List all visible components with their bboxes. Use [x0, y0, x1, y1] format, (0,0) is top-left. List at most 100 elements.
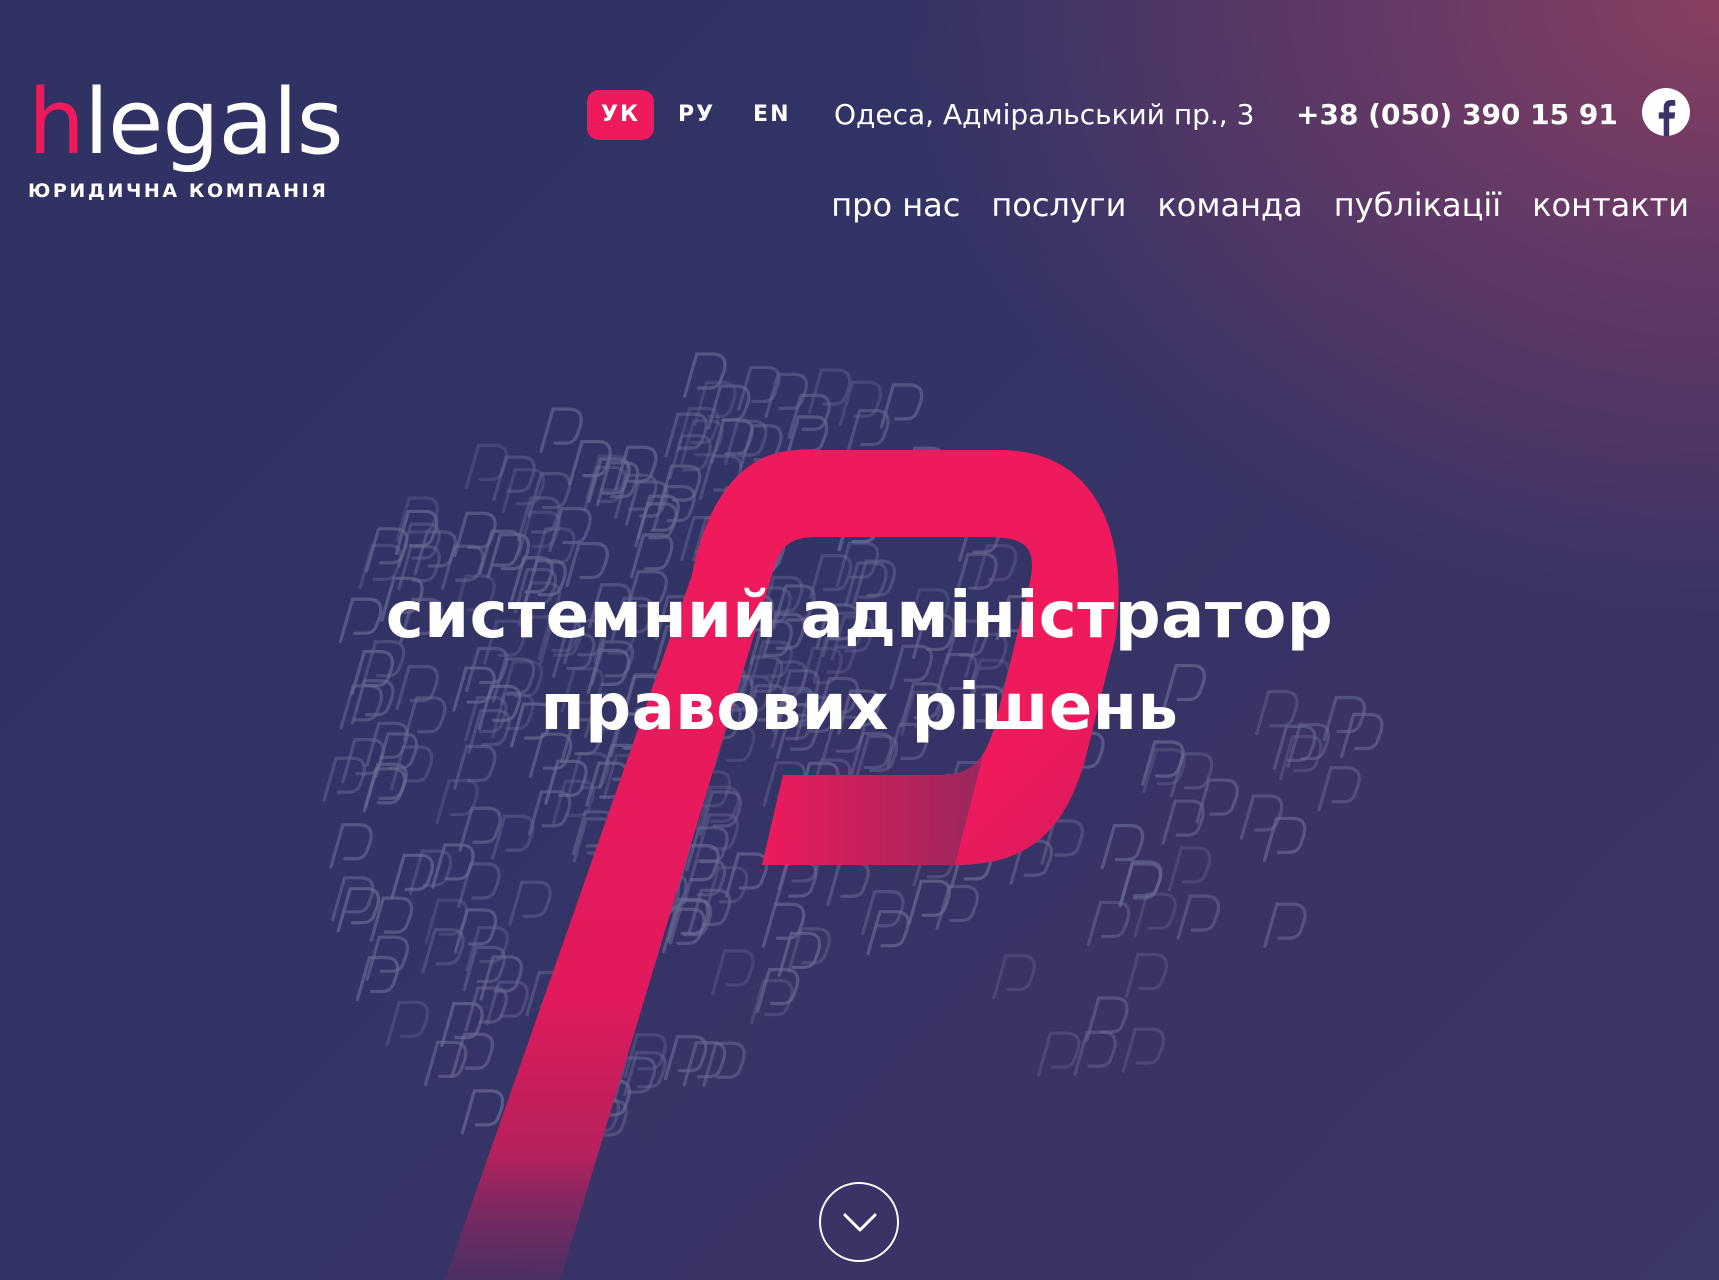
pattern-mark [866, 910, 910, 956]
pattern-mark [465, 926, 509, 972]
pattern-mark [680, 516, 724, 562]
main-nav: про нас послуги команда публікації конта… [800, 186, 1689, 224]
pattern-mark [866, 485, 910, 531]
nav-item-services[interactable]: послуги [991, 186, 1126, 224]
pattern-mark [944, 760, 989, 807]
pattern-mark [704, 866, 749, 912]
pattern-mark [712, 520, 757, 566]
pattern-mark [435, 778, 479, 825]
pattern-mark [624, 480, 669, 526]
pattern-mark [698, 790, 743, 836]
pattern-mark [636, 494, 680, 540]
address-text: Одеса, Адміральський пр., 3 [834, 98, 1255, 131]
pattern-mark [577, 1049, 621, 1095]
pattern-mark [913, 454, 958, 500]
pattern-mark [559, 1091, 604, 1137]
nav-item-contacts[interactable]: контакти [1532, 186, 1689, 224]
pattern-mark [912, 841, 957, 887]
pattern-mark [696, 785, 740, 831]
pattern-mark [685, 826, 729, 872]
pattern-mark [423, 1040, 468, 1086]
pattern-mark [723, 419, 768, 465]
pattern-mark [777, 845, 821, 891]
pattern-mark [710, 418, 754, 464]
pattern-mark [682, 859, 727, 905]
pattern-mark [421, 928, 465, 974]
pattern-mark [605, 828, 649, 874]
pattern-mark [750, 978, 794, 1025]
pattern-mark [949, 843, 994, 889]
pattern-mark [572, 817, 617, 863]
logo-subtitle: ЮРИДИЧНА КОМПАНІЯ [28, 180, 329, 202]
pattern-mark [413, 530, 458, 576]
pattern-mark [837, 505, 881, 552]
pattern-mark [336, 887, 381, 933]
pattern-mark [683, 352, 727, 398]
pattern-mark [617, 824, 661, 870]
pattern-mark [656, 793, 701, 839]
pattern-mark [762, 761, 807, 807]
scroll-down-button[interactable] [819, 1182, 899, 1262]
facebook-icon[interactable] [1642, 88, 1690, 136]
pattern-mark [397, 522, 441, 568]
pattern-mark [539, 407, 583, 453]
pattern-mark [676, 406, 720, 453]
chevron-down-icon [843, 1213, 877, 1232]
pattern-mark [651, 788, 696, 835]
pattern-mark [644, 872, 688, 919]
pattern-mark [585, 454, 630, 500]
pattern-mark [390, 853, 434, 899]
pattern-mark [556, 1034, 601, 1080]
lang-uk-button[interactable]: УК [587, 90, 654, 140]
pattern-mark [571, 810, 616, 856]
pattern-mark [566, 752, 611, 798]
hero-headline: системний адміністратор правових рішень [0, 570, 1719, 754]
logo[interactable]: hlegals ЮРИДИЧНА КОМПАНІЯ [28, 78, 368, 203]
pattern-mark [362, 767, 407, 813]
pattern-mark [544, 759, 588, 805]
pattern-mark [1100, 823, 1145, 870]
pattern-mark [787, 927, 831, 973]
pattern-mark [663, 1035, 708, 1081]
pattern-mark [364, 762, 408, 808]
pattern-mark [1118, 862, 1163, 908]
pattern-mark [992, 954, 1036, 1000]
pattern-mark [634, 788, 679, 834]
pattern-mark [682, 1041, 727, 1087]
lang-ru-button[interactable]: РУ [664, 90, 729, 140]
pattern-mark [916, 467, 961, 513]
pattern-mark [552, 1040, 596, 1086]
language-switcher: УК РУ EN [587, 90, 815, 140]
pattern-mark [739, 424, 783, 470]
hero-headline-line-1: системний адміністратор [385, 579, 1334, 653]
pattern-mark [355, 955, 400, 1002]
pattern-mark [369, 896, 414, 942]
lang-en-button[interactable]: EN [739, 90, 804, 140]
pattern-mark [657, 464, 702, 510]
pattern-mark [464, 443, 509, 490]
pattern-mark [617, 770, 662, 816]
pattern-mark [695, 813, 739, 859]
pattern-mark [587, 457, 631, 503]
pattern-mark [578, 920, 623, 966]
pattern-mark [565, 1001, 610, 1047]
pattern-mark [394, 509, 439, 556]
logo-word-rest: legals [84, 70, 344, 175]
pattern-mark [680, 419, 724, 465]
logo-wordmark: hlegals [28, 78, 368, 168]
pattern-mark [551, 779, 596, 825]
nav-item-publications[interactable]: публікації [1334, 186, 1501, 224]
nav-item-about[interactable]: про нас [831, 186, 960, 224]
pattern-mark [933, 773, 977, 820]
nav-item-team[interactable]: команда [1157, 186, 1302, 224]
pattern-mark [713, 515, 758, 561]
pattern-mark [1142, 748, 1186, 794]
pattern-mark [777, 459, 822, 505]
pattern-mark [623, 1033, 667, 1079]
pattern-mark [602, 753, 647, 800]
pattern-mark [784, 415, 829, 461]
pattern-mark [517, 510, 561, 556]
phone-link[interactable]: +38 (050) 390 15 91 [1296, 98, 1618, 131]
pattern-mark [713, 486, 757, 532]
pattern-mark [584, 1099, 628, 1145]
